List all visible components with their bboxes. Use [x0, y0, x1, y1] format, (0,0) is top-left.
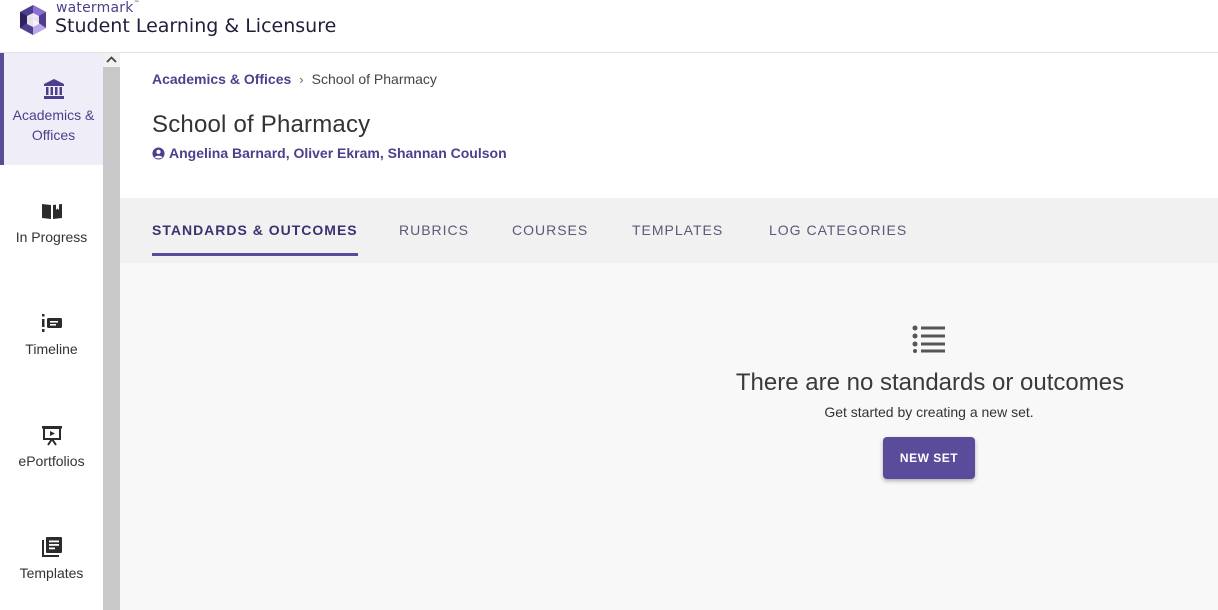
- bank-icon: [43, 79, 64, 99]
- breadcrumb-current: School of Pharmacy: [311, 71, 437, 87]
- brand-title: Student Learning & Licensure: [55, 15, 337, 37]
- main-content: Academics & Offices › School of Pharmacy S…: [120, 53, 1218, 610]
- app-header: watermark™ Student Learning & Licensure: [0, 0, 1218, 53]
- sidebar-item-label: Timeline: [25, 341, 78, 357]
- breadcrumb: Academics & Offices › School of Pharmacy: [152, 71, 437, 87]
- list-icon: [912, 325, 945, 353]
- brand-small: watermark™: [56, 0, 140, 16]
- page-title: School of Pharmacy: [152, 111, 371, 138]
- sidebar-item-eportfolios[interactable]: ePortfolios: [0, 389, 103, 501]
- breadcrumb-link-academics-offices[interactable]: Academics & Offices: [152, 71, 291, 87]
- sidebar-item-in-progress[interactable]: In Progress: [0, 165, 103, 277]
- chevron-up-icon: [106, 56, 117, 63]
- presentation-icon: [41, 426, 62, 446]
- empty-state-subtitle: Get started by creating a new set.: [824, 404, 1034, 420]
- tab-courses[interactable]: COURSES: [512, 222, 588, 256]
- scroll-up-button[interactable]: [103, 53, 120, 67]
- sidebar-item-label: Templates: [19, 565, 84, 581]
- sidebar-nav: Academics & Offices In Progress Timeline: [0, 53, 103, 610]
- sidebar-item-timeline[interactable]: Timeline: [0, 277, 103, 389]
- templates-icon: [41, 537, 62, 557]
- sidebar-item-label: In Progress: [15, 229, 88, 245]
- sidebar-scrollbar[interactable]: [103, 53, 120, 610]
- empty-state: There are no standards or outcomes Get s…: [120, 263, 1218, 610]
- tab-bar: STANDARDS & OUTCOMES RUBRICS COURSES TEM…: [120, 198, 1218, 263]
- owners-names[interactable]: Angelina Barnard, Oliver Ekram, Shannan …: [169, 145, 507, 161]
- empty-state-title: There are no standards or outcomes: [735, 369, 1125, 396]
- sidebar-item-academics-offices[interactable]: Academics & Offices: [0, 53, 103, 165]
- user-circle-icon: [152, 147, 165, 160]
- breadcrumb-separator: ›: [299, 72, 304, 87]
- page-header: Academics & Offices › School of Pharmacy S…: [120, 53, 1218, 198]
- sidebar-item-templates[interactable]: Templates: [0, 501, 103, 610]
- open-book-icon: [41, 204, 62, 219]
- tab-log-categories[interactable]: LOG CATEGORIES: [769, 222, 907, 256]
- tab-rubrics[interactable]: RUBRICS: [399, 222, 469, 256]
- watermark-logo-icon: [20, 5, 46, 35]
- sidebar-item-label: Academics & Offices: [12, 107, 95, 143]
- tab-standards-outcomes[interactable]: STANDARDS & OUTCOMES: [152, 222, 358, 256]
- timeline-icon: [41, 314, 62, 332]
- owners-list: Angelina Barnard, Oliver Ekram, Shannan …: [152, 145, 507, 161]
- tab-templates[interactable]: TEMPLATES: [632, 222, 723, 256]
- sidebar-item-label: ePortfolios: [18, 453, 85, 469]
- new-set-button[interactable]: NEW SET: [883, 437, 975, 479]
